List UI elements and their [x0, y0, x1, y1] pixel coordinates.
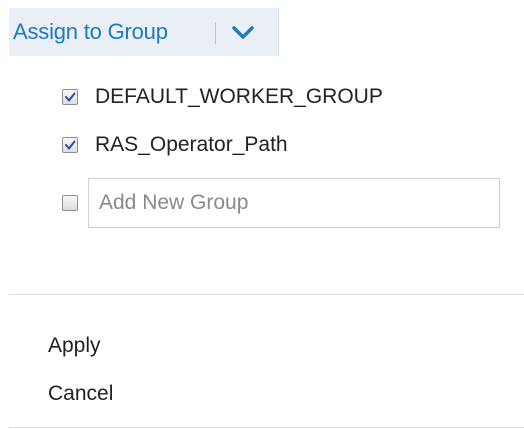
chevron-down-icon	[232, 26, 254, 39]
cancel-button[interactable]: Cancel	[48, 382, 113, 406]
apply-button[interactable]: Apply	[48, 334, 101, 358]
bottom-divider	[9, 427, 524, 428]
split-button-divider	[215, 22, 216, 44]
checkmark-icon	[65, 140, 76, 150]
group-option-ras-operator-path[interactable]: RAS_Operator_Path	[62, 130, 288, 160]
assign-to-group-button[interactable]: Assign to Group	[9, 8, 168, 56]
group-label: RAS_Operator_Path	[95, 133, 288, 156]
assign-to-group-split-button: Assign to Group	[9, 8, 279, 56]
actions-divider	[9, 294, 524, 295]
add-new-group-row	[62, 178, 500, 228]
group-label: DEFAULT_WORKER_GROUP	[95, 85, 383, 108]
group-checkbox[interactable]	[62, 89, 78, 105]
add-new-group-input[interactable]	[88, 178, 500, 228]
new-group-checkbox[interactable]	[62, 195, 78, 211]
assign-to-group-dropdown-panel: DEFAULT_WORKER_GROUP RAS_Operator_Path A…	[9, 56, 524, 429]
assign-to-group-widget: Assign to Group DEFAULT_WORKER_GROUP RAS	[0, 0, 524, 429]
group-option-default-worker-group[interactable]: DEFAULT_WORKER_GROUP	[62, 82, 383, 112]
assign-to-group-dropdown-toggle[interactable]	[227, 20, 259, 46]
checkmark-icon	[65, 92, 76, 102]
group-checkbox[interactable]	[62, 137, 78, 153]
